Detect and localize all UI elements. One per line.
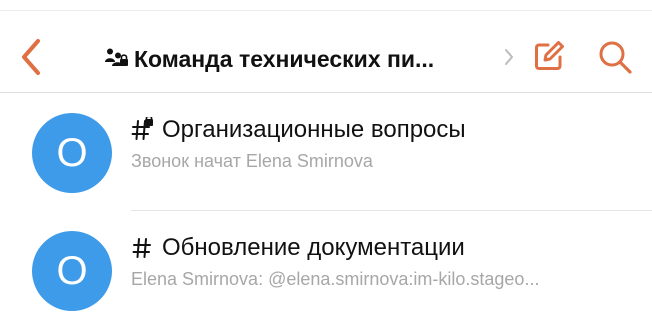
channel-last-message: Звонок начат Elena Smirnova — [131, 151, 373, 171]
avatar: O — [32, 231, 112, 311]
chevron-left-icon — [22, 39, 40, 75]
header-title: Команда технических пи... — [134, 46, 435, 72]
avatar: O — [32, 113, 112, 193]
channel-row[interactable]: O Обновление документации Elena Smirnova… — [0, 211, 652, 329]
channel-last-message: Elena Smirnova: @elena.smirnova:im-kilo.… — [131, 269, 540, 289]
header-title-area[interactable]: Команда технических пи... — [102, 44, 506, 74]
channel-title: Организационные вопросы — [162, 116, 466, 143]
private-hash-icon — [131, 117, 153, 140]
header: Команда технических пи... — [0, 25, 652, 90]
channel-list: O Организационные вопросы Звонок начат E… — [0, 93, 652, 322]
channel-title-area: Организационные вопросы — [131, 115, 631, 147]
compose-icon — [535, 41, 564, 70]
group-lock-icon — [105, 48, 128, 66]
hash-icon — [132, 238, 151, 258]
channel-title-area: Обновление документации — [131, 233, 631, 265]
search-icon — [599, 41, 632, 74]
channel-title: Обновление документации — [162, 234, 465, 261]
search-button[interactable] — [597, 39, 633, 75]
chevron-right-icon — [505, 49, 513, 65]
compose-button[interactable] — [532, 39, 566, 73]
top-divider — [0, 10, 652, 11]
back-button[interactable] — [14, 35, 50, 79]
channel-row[interactable]: O Организационные вопросы Звонок начат E… — [0, 93, 652, 211]
